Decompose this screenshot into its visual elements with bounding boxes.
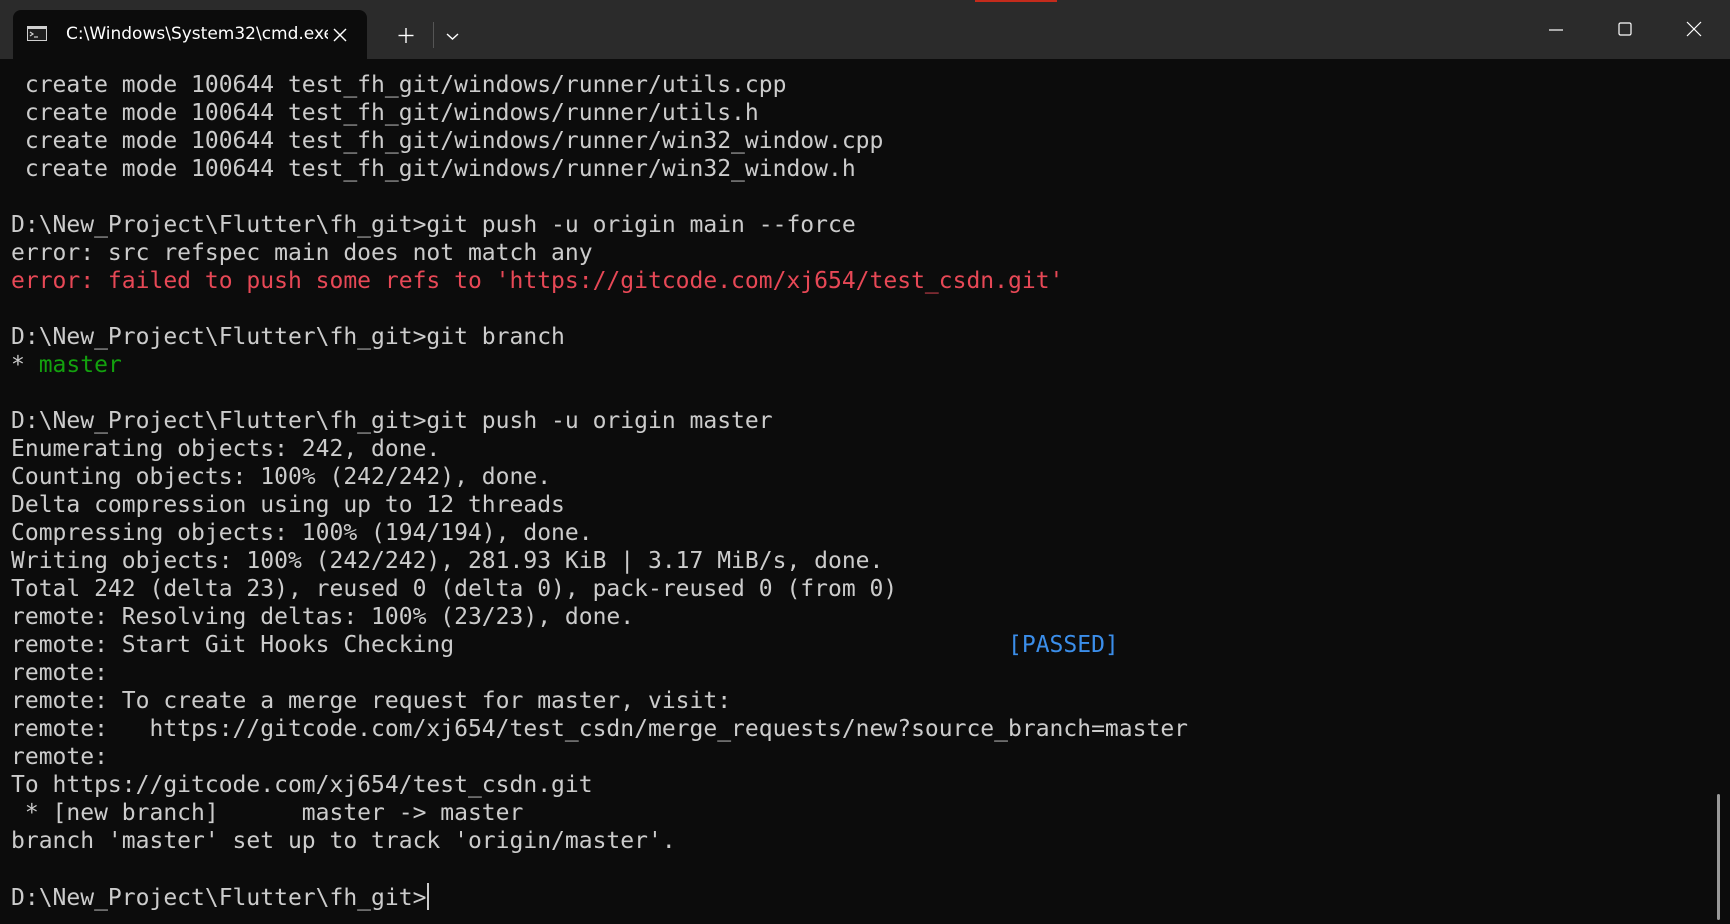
output-line: create mode 100644 test_fh_git/windows/r… [11, 128, 884, 154]
current-branch: master [38, 352, 122, 378]
output-line: error: src refspec main does not match a… [11, 240, 593, 266]
output-line: remote: To create a merge request for ma… [11, 688, 732, 714]
output-line: branch 'master' set up to track 'origin/… [11, 828, 676, 854]
close-window-button[interactable] [1660, 0, 1729, 59]
branch-line: * master [11, 351, 122, 379]
command-line: D:\New_Project\Flutter\fh_git>git push -… [11, 212, 856, 238]
prompt-line[interactable]: D:\New_Project\Flutter\fh_git> [11, 883, 430, 911]
branch-marker: * [11, 352, 39, 378]
hooks-check-text: remote: Start Git Hooks Checking [11, 632, 1008, 658]
text-cursor [427, 883, 430, 910]
maximize-button[interactable] [1591, 0, 1660, 59]
terminal-window: C:\Windows\System32\cmd.exe create mode … [0, 0, 1730, 924]
passed-status: [PASSED] [1008, 632, 1119, 658]
title-bar-accent [975, 0, 1057, 2]
new-tab-plus-icon[interactable] [392, 22, 420, 50]
terminal-output[interactable]: create mode 100644 test_fh_git/windows/r… [0, 59, 1712, 924]
error-line: error: failed to push some refs to 'http… [11, 268, 1064, 294]
output-line: create mode 100644 test_fh_git/windows/r… [11, 156, 856, 182]
output-line: Counting objects: 100% (242/242), done. [11, 464, 552, 490]
output-line: Total 242 (delta 23), reused 0 (delta 0)… [11, 576, 898, 602]
maximize-icon [1618, 22, 1632, 36]
output-line: Writing objects: 100% (242/242), 281.93 … [11, 548, 884, 574]
chevron-down-icon[interactable] [439, 22, 467, 50]
prompt-text: D:\New_Project\Flutter\fh_git> [11, 885, 427, 911]
tab-title: C:\Windows\System32\cmd.exe [66, 24, 328, 44]
close-tab-icon[interactable] [329, 24, 351, 46]
title-bar: C:\Windows\System32\cmd.exe [0, 0, 1730, 59]
output-line: To https://gitcode.com/xj654/test_csdn.g… [11, 772, 593, 798]
command-line: D:\New_Project\Flutter\fh_git>git branch [11, 324, 565, 350]
close-icon [1686, 21, 1702, 37]
output-line: remote: [11, 660, 108, 686]
output-line: Compressing objects: 100% (194/194), don… [11, 520, 593, 546]
output-line: remote: [11, 744, 108, 770]
output-line: remote: Resolving deltas: 100% (23/23), … [11, 604, 635, 630]
output-line: * [new branch] master -> master [11, 800, 524, 826]
output-line: create mode 100644 test_fh_git/windows/r… [11, 72, 787, 98]
minimize-button[interactable] [1522, 0, 1591, 59]
tab-cmd[interactable]: C:\Windows\System32\cmd.exe [13, 10, 367, 59]
output-line: remote: https://gitcode.com/xj654/test_c… [11, 716, 1189, 742]
output-line: Delta compression using up to 12 threads [11, 492, 565, 518]
tab-divider [433, 22, 434, 48]
terminal-icon [27, 26, 47, 41]
hooks-check-line: remote: Start Git Hooks Checking [PASSED… [11, 631, 1119, 659]
scrollbar-thumb[interactable] [1717, 794, 1720, 920]
command-line: D:\New_Project\Flutter\fh_git>git push -… [11, 408, 773, 434]
minimize-icon [1549, 29, 1563, 31]
output-line: Enumerating objects: 242, done. [11, 436, 441, 462]
output-line: create mode 100644 test_fh_git/windows/r… [11, 100, 759, 126]
